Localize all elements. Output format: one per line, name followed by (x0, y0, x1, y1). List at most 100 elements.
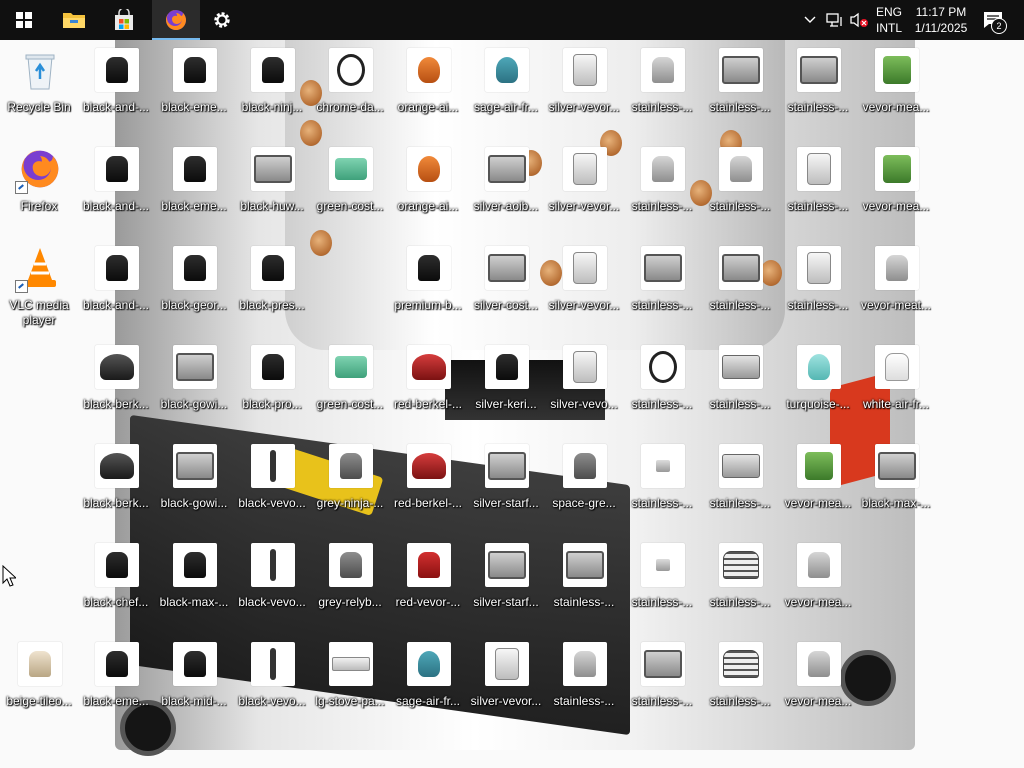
desktop-icon-label: black-huw... (240, 199, 304, 213)
desktop-icon[interactable]: red-berkel-... (390, 339, 466, 435)
taskbar-settings[interactable] (198, 0, 246, 40)
desktop-icon[interactable]: stainless-... (624, 537, 700, 633)
desktop-icon[interactable]: black-gowi... (156, 438, 232, 534)
thumbnail-icon (886, 255, 908, 281)
desktop-icon[interactable]: stainless-... (702, 438, 778, 534)
desktop-icon[interactable]: silver-vevor... (546, 141, 622, 237)
desktop-icon[interactable]: VLC media player (1, 240, 77, 336)
desktop-icon[interactable]: black-and-... (78, 141, 154, 237)
desktop-icon[interactable]: black-max-... (156, 537, 232, 633)
desktop-icon[interactable]: red-vevor-... (390, 537, 466, 633)
desktop-icon[interactable]: stainless-... (546, 636, 622, 732)
desktop-icon[interactable]: stainless-... (624, 438, 700, 534)
desktop-icon[interactable]: vevor-mea... (780, 438, 856, 534)
desktop-icon[interactable]: black-berk... (78, 438, 154, 534)
taskbar-file-explorer[interactable] (50, 0, 98, 40)
desktop-icon[interactable]: black-eme... (78, 636, 154, 732)
desktop-icon[interactable]: stainless-... (702, 141, 778, 237)
desktop-icon[interactable]: stainless-... (780, 141, 856, 237)
desktop-icon[interactable]: orange-ai... (390, 42, 466, 138)
tray-language[interactable]: ENG INTL (870, 0, 908, 40)
desktop-icon[interactable]: chrome-da... (312, 42, 388, 138)
desktop-icon[interactable]: orange-ai... (390, 141, 466, 237)
desktop-icon[interactable]: stainless-... (702, 339, 778, 435)
desktop-icon[interactable]: white-air-fr... (858, 339, 934, 435)
action-center-button[interactable]: 2 (978, 0, 1008, 40)
desktop-icon[interactable]: black-ninj... (234, 42, 310, 138)
desktop-icon[interactable]: silver-starf... (468, 537, 544, 633)
image-file-icon (251, 345, 295, 389)
desktop-icon[interactable]: grey-ninja-... (312, 438, 388, 534)
image-file-icon (719, 642, 763, 686)
desktop-icon[interactable]: lg-stove-pa... (312, 636, 388, 732)
desktop-icon[interactable]: vevor-mea... (858, 42, 934, 138)
desktop-icon[interactable]: Firefox (1, 141, 77, 237)
tray-volume[interactable] (848, 0, 870, 40)
desktop-icon[interactable]: stainless-... (780, 240, 856, 336)
desktop-icon[interactable]: green-cost... (312, 141, 388, 237)
desktop-icon[interactable]: silver-starf... (468, 438, 544, 534)
desktop-icon[interactable]: Recycle Bin (1, 42, 77, 138)
desktop-icon[interactable]: black-geor... (156, 240, 232, 336)
desktop-icon[interactable]: black-and-... (78, 240, 154, 336)
desktop-icon[interactable]: beige-tileo... (1, 636, 77, 732)
desktop-icon[interactable]: black-eme... (156, 42, 232, 138)
desktop-icon[interactable]: vevor-mea... (780, 636, 856, 732)
tray-show-hidden-icons[interactable] (800, 0, 820, 40)
desktop-icon[interactable]: stainless-... (624, 42, 700, 138)
desktop-icon[interactable]: vevor-mea... (780, 537, 856, 633)
desktop-icon[interactable]: stainless-... (624, 141, 700, 237)
desktop-icon[interactable]: stainless-... (702, 636, 778, 732)
desktop-icon[interactable]: black-berk... (78, 339, 154, 435)
desktop-icon[interactable]: sage-air-fr... (390, 636, 466, 732)
desktop-icon[interactable]: stainless-... (624, 636, 700, 732)
desktop-icon[interactable]: silver-vevor... (546, 240, 622, 336)
desktop-icon[interactable]: sage-air-fr... (468, 42, 544, 138)
thumbnail-icon (184, 255, 206, 281)
taskbar-microsoft-store[interactable] (100, 0, 148, 40)
thumbnail-icon (176, 353, 214, 381)
desktop-icon[interactable]: black-vevo... (234, 438, 310, 534)
taskbar-firefox[interactable] (152, 0, 200, 40)
desktop-icon[interactable]: stainless-... (780, 42, 856, 138)
start-button[interactable] (0, 0, 48, 40)
desktop-icon[interactable]: black-vevo... (234, 636, 310, 732)
desktop-icon[interactable]: black-mid-... (156, 636, 232, 732)
thumbnail-icon (808, 552, 830, 578)
thumbnail-icon (723, 551, 759, 579)
desktop-icon[interactable]: stainless-... (702, 240, 778, 336)
desktop-icon[interactable]: turquoise-... (780, 339, 856, 435)
desktop-icon[interactable]: black-pro... (234, 339, 310, 435)
desktop-icon[interactable]: black-huw... (234, 141, 310, 237)
desktop-icon[interactable]: stainless-... (624, 240, 700, 336)
desktop-icon[interactable]: black-gowi... (156, 339, 232, 435)
desktop-icon[interactable]: silver-cost... (468, 240, 544, 336)
desktop-icon[interactable]: vevor-mea... (858, 141, 934, 237)
desktop-icon[interactable]: black-eme... (156, 141, 232, 237)
desktop-icon[interactable]: space-gre... (546, 438, 622, 534)
desktop-icon[interactable]: black-chef... (78, 537, 154, 633)
desktop-icon[interactable]: silver-vevor... (546, 42, 622, 138)
desktop-icon[interactable]: stainless-... (702, 537, 778, 633)
desktop-icon-label: green-cost... (316, 397, 384, 411)
desktop-icon[interactable]: stainless-... (624, 339, 700, 435)
desktop-icon[interactable]: silver-keri... (468, 339, 544, 435)
desktop-icon[interactable]: stainless-... (546, 537, 622, 633)
tray-network[interactable] (824, 0, 846, 40)
desktop-icon[interactable]: premium-b... (390, 240, 466, 336)
desktop-icon[interactable]: silver-vevo... (546, 339, 622, 435)
desktop-icon[interactable]: vevor-meat... (858, 240, 934, 336)
firefox-icon (166, 10, 186, 30)
desktop-icon[interactable]: silver-aoib... (468, 141, 544, 237)
desktop-icon[interactable]: black-max-... (858, 438, 934, 534)
desktop-icon[interactable]: black-and-... (78, 42, 154, 138)
tray-clock[interactable]: 11:17 PM 1/11/2025 (908, 0, 974, 40)
desktop-icon[interactable]: silver-vevor... (468, 636, 544, 732)
desktop-icon[interactable]: stainless-... (702, 42, 778, 138)
desktop-icon[interactable]: green-cost... (312, 339, 388, 435)
desktop-icon[interactable]: red-berkel-... (390, 438, 466, 534)
desktop-icon[interactable]: black-vevo... (234, 537, 310, 633)
desktop-icon[interactable]: black-pres... (234, 240, 310, 336)
desktop-icon[interactable]: grey-relyb... (312, 537, 388, 633)
gear-icon (214, 12, 230, 28)
